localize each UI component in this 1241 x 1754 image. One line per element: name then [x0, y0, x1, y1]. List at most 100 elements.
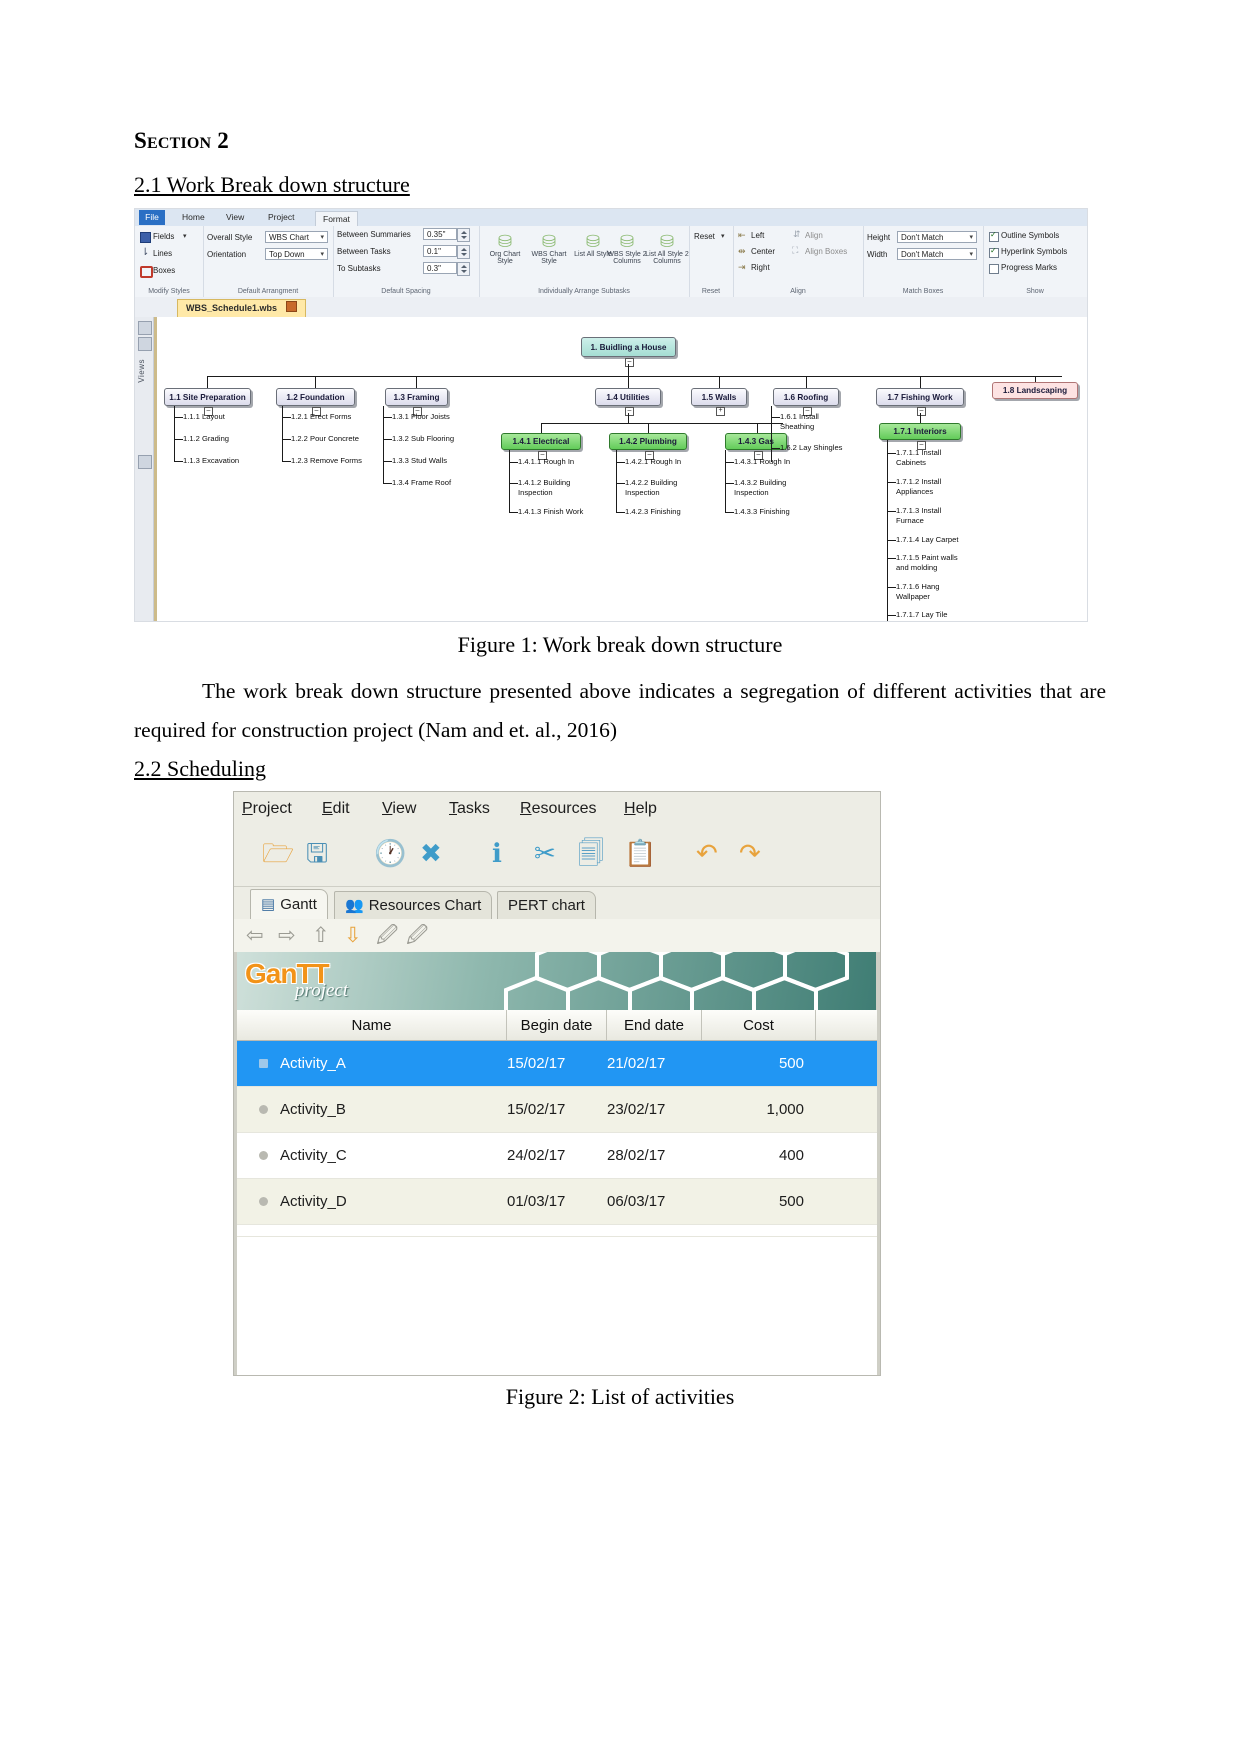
wbs-leaf-lay-shingles[interactable]: 1.6.2 Lay Shingles [780, 443, 842, 453]
column-header-begin-date[interactable]: Begin date [507, 1010, 607, 1040]
file-tab-wbs-schedule[interactable]: WBS_Schedule1.wbs [177, 299, 306, 317]
wbs-node-utilities[interactable]: 1.4 Utilities [595, 388, 661, 406]
hyperlink-symbols-checkbox[interactable]: Hyperlink Symbols [989, 246, 1067, 258]
cut-icon[interactable]: ✂ [534, 838, 556, 868]
align-right-button[interactable]: Right [751, 263, 770, 272]
copy-icon[interactable]: 🗐 [578, 838, 604, 868]
wbs-leaf-paint-walls[interactable]: 1.7.1.5 Paint walls and molding [896, 553, 958, 573]
tab-resources-chart[interactable]: 👥 Resources Chart [334, 891, 493, 919]
menu-tasks[interactable]: Tasks [449, 800, 490, 818]
outline-symbol-root[interactable]: – [625, 358, 634, 367]
overall-style-select[interactable]: WBS Chart ▾ [265, 231, 328, 243]
wbs-chart-canvas[interactable]: 1. Buidling a House – 1.1 Site Preparati… [154, 317, 1087, 621]
clock-icon[interactable]: 🕐 [374, 838, 406, 868]
fields-button[interactable]: Fields [153, 232, 174, 241]
ribbon-tab-home[interactable]: Home [175, 210, 212, 225]
wbs-leaf-remove-forms[interactable]: 1.2.3 Remove Forms [291, 456, 362, 466]
outline-symbol-fishing[interactable]: – [917, 407, 926, 416]
table-row[interactable]: Activity_D 01/03/17 06/03/17 500 [237, 1179, 877, 1225]
wbs-leaf-layout[interactable]: 1.1.1 Layout [183, 412, 225, 422]
wbs-leaf-grading[interactable]: 1.1.2 Grading [183, 434, 229, 444]
wbs-node-landscaping[interactable]: 1.8 Landscaping [992, 382, 1078, 399]
wbs-node-site-preparation[interactable]: 1.1 Site Preparation [164, 388, 251, 406]
column-header-cost[interactable]: Cost [702, 1010, 816, 1040]
paste-icon[interactable]: 📋 [624, 838, 656, 868]
height-select[interactable]: Don't Match ▾ [897, 231, 977, 243]
wbs-leaf-floor-joists[interactable]: 1.3.1 Floor Joists [392, 412, 450, 422]
table-row[interactable]: Activity_C 24/02/17 28/02/17 400 [237, 1133, 877, 1179]
wbs-leaf-elec-rough-in[interactable]: 1.4.1.1 Rough In [518, 457, 574, 467]
wbs-leaf-gas-finishing[interactable]: 1.4.3.3 Finishing [734, 507, 790, 517]
close-document-icon[interactable] [285, 301, 297, 312]
orientation-select[interactable]: Top Down ▾ [265, 248, 328, 260]
fields-caret-icon[interactable]: ▾ [183, 232, 187, 240]
reset-caret-icon[interactable]: ▾ [721, 232, 725, 240]
wbs-leaf-elec-finish-work[interactable]: 1.4.1.3 Finish Work [518, 507, 583, 517]
indent-left-icon[interactable]: ⇦ [246, 924, 264, 947]
wbs-node-fishing-work[interactable]: 1.7 Fishing Work [876, 388, 964, 406]
wbs-leaf-stud-walls[interactable]: 1.3.3 Stud Walls [392, 456, 447, 466]
ribbon-tab-view[interactable]: View [219, 210, 251, 225]
menu-help[interactable]: Help [624, 800, 657, 818]
wbs-leaf-gas-rough-in[interactable]: 1.4.3.1 Rough In [734, 457, 790, 467]
wbs-leaf-erect-forms[interactable]: 1.2.1 Erect Forms [291, 412, 351, 422]
wbs-leaf-gas-inspection[interactable]: 1.4.3.2 Building Inspection [734, 478, 786, 498]
wbs-node-interiors[interactable]: 1.7.1 Interiors [879, 423, 961, 440]
to-subtasks-stepper[interactable] [457, 262, 470, 276]
to-subtasks-input[interactable]: 0.3" [423, 262, 457, 274]
menu-resources[interactable]: Resources [520, 800, 596, 818]
ribbon-tab-project[interactable]: Project [261, 210, 301, 225]
align-button[interactable]: Align [805, 231, 823, 240]
table-row[interactable]: Activity_B 15/02/17 23/02/17 1,000 [237, 1087, 877, 1133]
tab-gantt[interactable]: ▤ Gantt [250, 889, 328, 919]
between-tasks-input[interactable]: 0.1" [423, 245, 457, 257]
wbs-node-walls[interactable]: 1.5 Walls [691, 388, 747, 406]
menu-edit[interactable]: Edit [322, 800, 350, 818]
table-empty-area[interactable] [237, 1236, 877, 1375]
chevron-down-icon[interactable]: ▾ [969, 232, 973, 242]
wbs-leaf-elec-inspection[interactable]: 1.4.1.2 Building Inspection [518, 478, 570, 498]
wbs-node-electrical[interactable]: 1.4.1 Electrical [501, 433, 581, 450]
wbs-node-framing[interactable]: 1.3 Framing [385, 388, 448, 406]
save-icon[interactable]: 🖫 [306, 838, 328, 868]
outline-symbols-checkbox[interactable]: Outline Symbols [989, 230, 1059, 242]
wbs-leaf-plumb-finishing[interactable]: 1.4.2.3 Finishing [625, 507, 681, 517]
column-header-end-date[interactable]: End date [607, 1010, 702, 1040]
wbs-leaf-plumb-rough-in[interactable]: 1.4.2.1 Rough In [625, 457, 681, 467]
wbs-leaf-plumb-inspection[interactable]: 1.4.2.2 Building Inspection [625, 478, 677, 498]
unlink-tasks-icon[interactable]: 🖉 [406, 924, 428, 947]
wbs-leaf-excavation[interactable]: 1.1.3 Excavation [183, 456, 239, 466]
width-select[interactable]: Don't Match ▾ [897, 248, 977, 260]
wbs-leaf-install-cabinets[interactable]: 1.7.1.1 Install Cabinets [896, 448, 941, 468]
link-tasks-icon[interactable]: 🖉 [376, 924, 398, 947]
chevron-down-icon[interactable]: ▾ [320, 249, 324, 259]
align-left-button[interactable]: Left [751, 231, 764, 240]
wbs-leaf-install-appliances[interactable]: 1.7.1.2 Install Appliances [896, 477, 941, 497]
info-icon[interactable]: ℹ [492, 838, 502, 868]
wbs-leaf-lay-tile[interactable]: 1.7.1.7 Lay Tile [896, 610, 948, 620]
between-tasks-stepper[interactable] [457, 245, 470, 259]
outline-symbol-utilities[interactable]: – [625, 407, 634, 416]
wbs-leaf-pour-concrete[interactable]: 1.2.2 Pour Concrete [291, 434, 359, 444]
wbs-leaf-hang-wallpaper[interactable]: 1.7.1.6 Hang Wallpaper [896, 582, 940, 602]
tab-pert-chart[interactable]: PERT chart [497, 891, 596, 919]
outline-symbol-walls[interactable]: + [716, 407, 725, 416]
view-icon-1[interactable] [138, 321, 152, 335]
reset-button[interactable]: Reset [694, 232, 715, 241]
table-row[interactable]: Activity_A 15/02/17 21/02/17 500 [237, 1041, 877, 1087]
wbs-leaf-install-furnace[interactable]: 1.7.1.3 Install Furnace [896, 506, 941, 526]
wbs-leaf-install-sheathing[interactable]: 1.6.1 Install Sheathing [780, 412, 819, 432]
redo-icon[interactable]: ↷ [739, 838, 761, 868]
list-all-2col-style-button[interactable]: ⛁ List All Style 2 Columns [645, 232, 689, 265]
wbs-node-plumbing[interactable]: 1.4.2 Plumbing [609, 433, 687, 450]
lines-button[interactable]: Lines [153, 249, 172, 258]
menu-view[interactable]: View [382, 800, 416, 818]
align-center-button[interactable]: Center [751, 247, 775, 256]
wbs-chart-style-button[interactable]: ⛁ WBS Chart Style [527, 232, 571, 265]
boxes-button[interactable]: Boxes [153, 266, 175, 275]
ribbon-tab-format[interactable]: Format [315, 211, 358, 227]
undo-icon[interactable]: ↶ [696, 838, 718, 868]
align-boxes-button[interactable]: Align Boxes [805, 247, 847, 256]
move-up-icon[interactable]: ⇧ [312, 924, 330, 947]
move-down-icon[interactable]: ⇩ [344, 924, 362, 947]
